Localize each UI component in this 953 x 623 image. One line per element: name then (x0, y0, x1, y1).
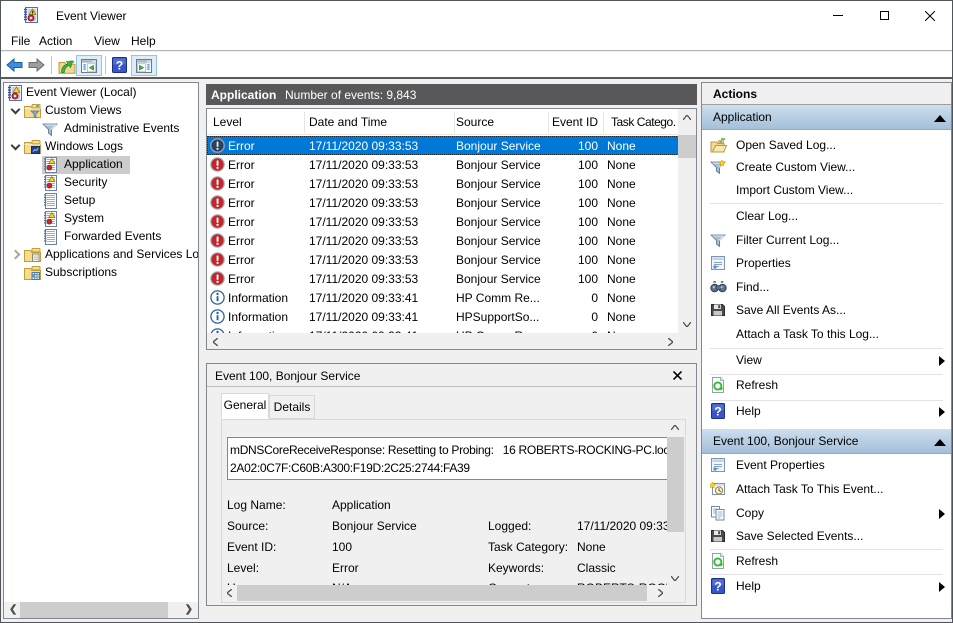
svg-text:?: ? (116, 59, 123, 73)
